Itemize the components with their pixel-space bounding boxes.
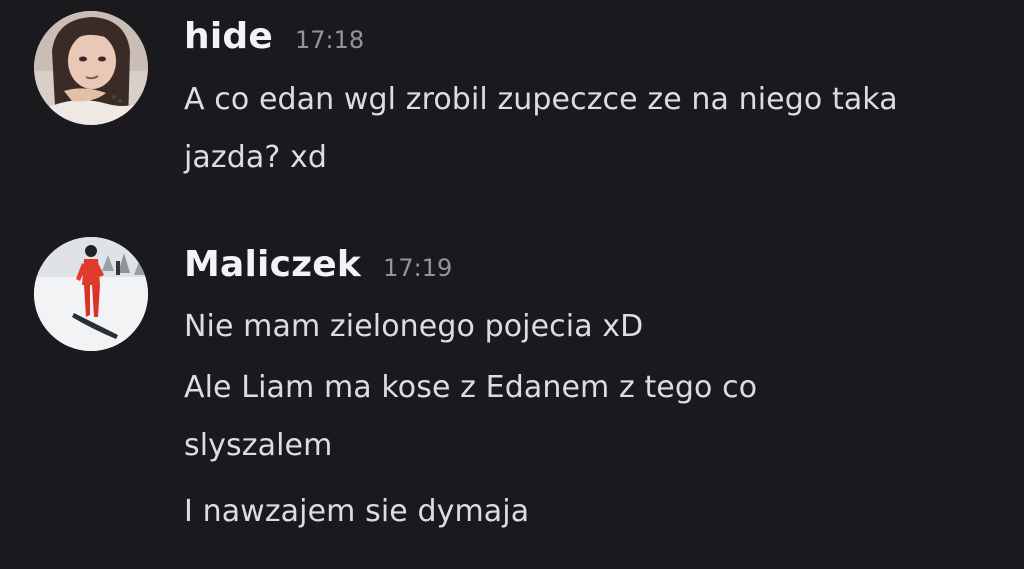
message-header: Maliczek 17:19 — [184, 244, 452, 285]
message-text: Ale Liam ma kose z Edanem z tego co — [184, 370, 758, 405]
avatar-photo-icon — [34, 237, 148, 351]
user-avatar[interactable] — [34, 237, 148, 351]
avatar-illustration-icon — [34, 11, 148, 125]
message-text: jazda? xd — [184, 140, 328, 175]
timestamp: 17:18 — [294, 26, 365, 54]
message-text: Nie mam zielonego pojecia xD — [184, 309, 644, 344]
username[interactable]: hide — [184, 16, 273, 57]
message-text: A co edan wgl zrobil zupeczce ze na nieg… — [184, 82, 898, 117]
user-avatar[interactable] — [34, 11, 148, 125]
username[interactable]: Maliczek — [184, 244, 361, 285]
message-text: I nawzajem sie dymaja — [184, 494, 530, 529]
message-header: hide 17:18 — [184, 16, 364, 57]
timestamp: 17:19 — [383, 254, 453, 282]
message-text: slyszalem — [184, 428, 333, 463]
